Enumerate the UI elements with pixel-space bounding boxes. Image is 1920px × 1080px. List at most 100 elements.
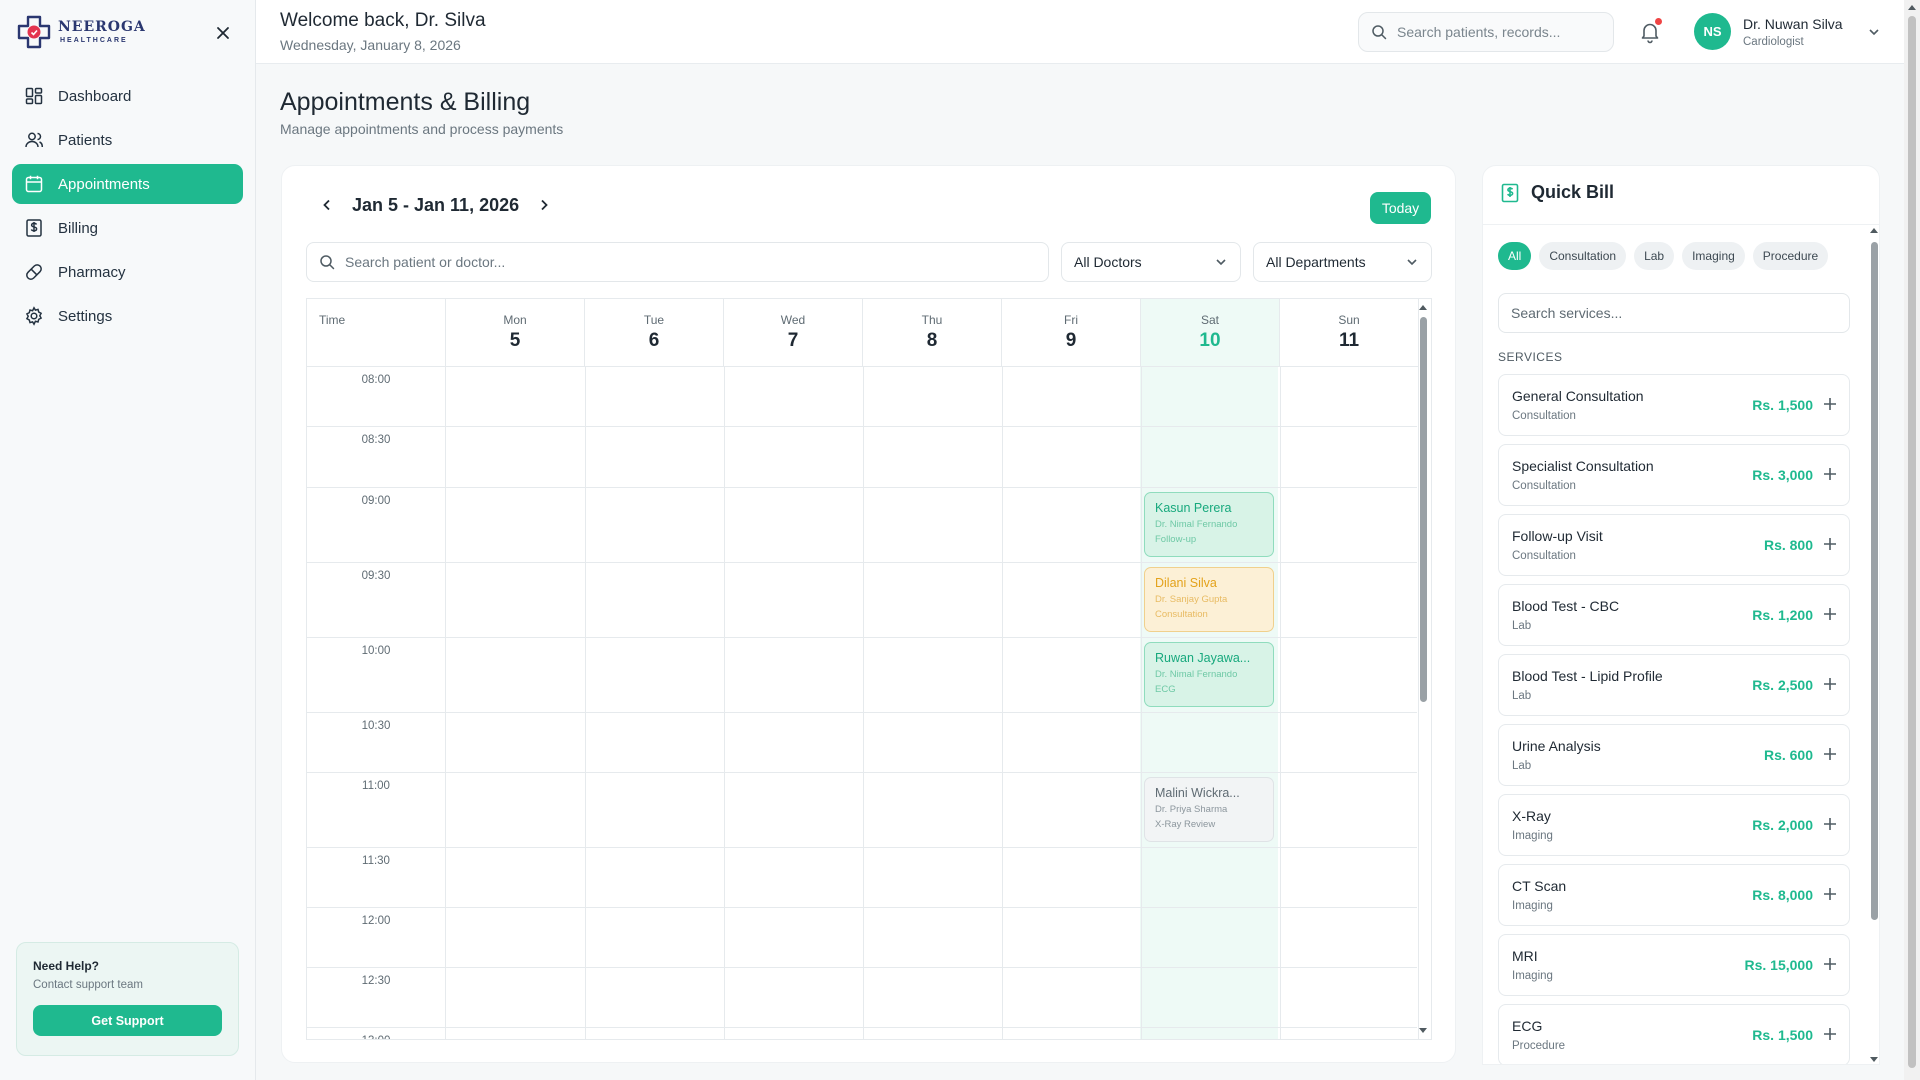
calendar-scrollbar[interactable]	[1418, 305, 1428, 1033]
page-title: Appointments & Billing	[280, 88, 531, 116]
sidebar-item-dashboard[interactable]: Dashboard	[12, 76, 243, 116]
sidebar-item-patients[interactable]: Patients	[12, 120, 243, 160]
sidebar-item-settings[interactable]: Settings	[12, 296, 243, 336]
service-item[interactable]: MRI Imaging Rs. 15,000	[1498, 934, 1850, 996]
time-slot-row[interactable]: 11:30	[307, 848, 1417, 908]
chip-all[interactable]: All	[1498, 242, 1532, 270]
plus-icon[interactable]	[1821, 605, 1839, 623]
scrollbar-thumb[interactable]	[1908, 16, 1916, 1068]
scroll-down-arrow-icon[interactable]	[1419, 1028, 1427, 1033]
service-item[interactable]: Urine Analysis Lab Rs. 600	[1498, 724, 1850, 786]
service-item[interactable]: General Consultation Consultation Rs. 1,…	[1498, 374, 1850, 436]
plus-icon[interactable]	[1821, 465, 1839, 483]
appointment-patient: Kasun Perera	[1155, 501, 1232, 515]
department-filter-select[interactable]: All Departments	[1253, 242, 1432, 282]
global-search[interactable]	[1358, 12, 1614, 52]
next-week-button[interactable]	[533, 194, 555, 216]
day-number: 9	[1065, 330, 1077, 351]
service-category: Imaging	[1512, 830, 1553, 842]
day-name: Sun	[1338, 313, 1360, 327]
service-item[interactable]: Blood Test - Lipid Profile Lab Rs. 2,500	[1498, 654, 1850, 716]
service-item[interactable]: X-Ray Imaging Rs. 2,000	[1498, 794, 1850, 856]
day-header-sat[interactable]: Sat 10	[1141, 299, 1280, 367]
time-slot-row[interactable]: 08:30	[307, 427, 1417, 488]
sidebar-item-pharmacy[interactable]: Pharmacy	[12, 252, 243, 292]
time-slot-row[interactable]: 10:30	[307, 713, 1417, 773]
plus-icon[interactable]	[1821, 1025, 1839, 1043]
avatar: NS	[1694, 13, 1731, 50]
service-search[interactable]	[1498, 293, 1850, 333]
prev-week-button[interactable]	[316, 194, 338, 216]
time-label: 12:30	[307, 968, 446, 1027]
sidebar-item-billing[interactable]: Billing	[12, 208, 243, 248]
time-slot-row[interactable]: 12:30	[307, 968, 1417, 1028]
user-menu[interactable]: NS Dr. Nuwan Silva Cardiologist	[1694, 13, 1881, 50]
service-category: Imaging	[1512, 900, 1553, 912]
divider	[1483, 224, 1879, 225]
appointment-card[interactable]: Malini Wickra... Dr. Priya Sharma X-Ray …	[1144, 777, 1274, 842]
day-header-fri[interactable]: Fri 9	[1002, 299, 1141, 367]
day-header-sun[interactable]: Sun 11	[1280, 299, 1419, 367]
day-number: 6	[648, 330, 660, 351]
plus-icon[interactable]	[1821, 885, 1839, 903]
day-name: Sat	[1200, 313, 1219, 327]
calendar-search-input[interactable]	[345, 254, 1025, 270]
brand-logo[interactable]: NEEROGA HEALTHCARE	[16, 14, 146, 50]
day-header-thu[interactable]: Thu 8	[863, 299, 1002, 367]
plus-icon[interactable]	[1821, 675, 1839, 693]
chip-procedure[interactable]: Procedure	[1752, 242, 1829, 270]
appointment-card[interactable]: Ruwan Jayawa... Dr. Nimal Fernando ECG	[1144, 642, 1274, 707]
today-button[interactable]: Today	[1370, 192, 1431, 224]
notifications-button[interactable]	[1636, 18, 1664, 46]
time-label: 13:00	[307, 1028, 446, 1039]
service-name: Follow-up Visit	[1512, 528, 1603, 544]
calendar-search[interactable]	[306, 242, 1049, 282]
scroll-up-arrow-icon[interactable]	[1870, 228, 1878, 233]
scrollbar-thumb[interactable]	[1420, 317, 1427, 702]
global-search-input[interactable]	[1397, 24, 1597, 40]
service-item[interactable]: Specialist Consultation Consultation Rs.…	[1498, 444, 1850, 506]
chip-lab[interactable]: Lab	[1634, 242, 1675, 270]
doctor-filter-value: All Doctors	[1074, 254, 1142, 270]
service-search-input[interactable]	[1511, 305, 1831, 321]
get-support-button[interactable]: Get Support	[33, 1005, 222, 1036]
service-price: Rs. 1,500	[1752, 397, 1813, 413]
service-price: Rs. 2,500	[1752, 677, 1813, 693]
service-item[interactable]: ECG Procedure Rs. 1,500	[1498, 1004, 1850, 1064]
plus-icon[interactable]	[1821, 745, 1839, 763]
day-header-wed[interactable]: Wed 7	[724, 299, 863, 367]
window-scrollbar[interactable]	[1904, 0, 1920, 1080]
scroll-up-arrow-icon[interactable]	[1908, 5, 1916, 10]
day-header-tue[interactable]: Tue 6	[585, 299, 724, 367]
sidebar-nav: Dashboard Patients Appointments Billing …	[12, 76, 243, 340]
scroll-up-arrow-icon[interactable]	[1419, 305, 1427, 310]
appointment-type: X-Ray Review	[1155, 819, 1216, 830]
billing-icon	[26, 219, 42, 237]
plus-icon[interactable]	[1821, 955, 1839, 973]
quick-bill-scrollbar[interactable]	[1868, 228, 1880, 1062]
service-item[interactable]: Blood Test - CBC Lab Rs. 1,200	[1498, 584, 1850, 646]
plus-icon[interactable]	[1821, 395, 1839, 413]
plus-icon[interactable]	[1821, 535, 1839, 553]
service-item[interactable]: Follow-up Visit Consultation Rs. 800	[1498, 514, 1850, 576]
close-sidebar-button[interactable]	[212, 22, 234, 44]
chip-imaging[interactable]: Imaging	[1682, 242, 1745, 270]
day-number: 8	[926, 330, 938, 351]
day-header-mon[interactable]: Mon 5	[446, 299, 585, 367]
scrollbar-thumb[interactable]	[1871, 242, 1878, 920]
time-slot-row[interactable]: 13:00	[307, 1028, 1417, 1039]
service-category: Procedure	[1512, 1040, 1566, 1052]
chip-consultation[interactable]: Consultation	[1539, 242, 1627, 270]
service-item[interactable]: CT Scan Imaging Rs. 8,000	[1498, 864, 1850, 926]
appointment-card[interactable]: Kasun Perera Dr. Nimal Fernando Follow-u…	[1144, 492, 1274, 557]
sidebar-item-appointments[interactable]: Appointments	[12, 164, 243, 204]
plus-icon[interactable]	[1821, 815, 1839, 833]
calendar-card: Jan 5 - Jan 11, 2026 Today All Doctors A…	[281, 165, 1456, 1063]
service-price: Rs. 1,500	[1752, 1027, 1813, 1043]
service-price: Rs. 2,000	[1752, 817, 1813, 833]
appointment-card[interactable]: Dilani Silva Dr. Sanjay Gupta Consultati…	[1144, 567, 1274, 632]
time-slot-row[interactable]: 12:00	[307, 908, 1417, 968]
scroll-down-arrow-icon[interactable]	[1870, 1057, 1878, 1062]
doctor-filter-select[interactable]: All Doctors	[1061, 242, 1241, 282]
time-slot-row[interactable]: 08:00	[307, 367, 1417, 427]
